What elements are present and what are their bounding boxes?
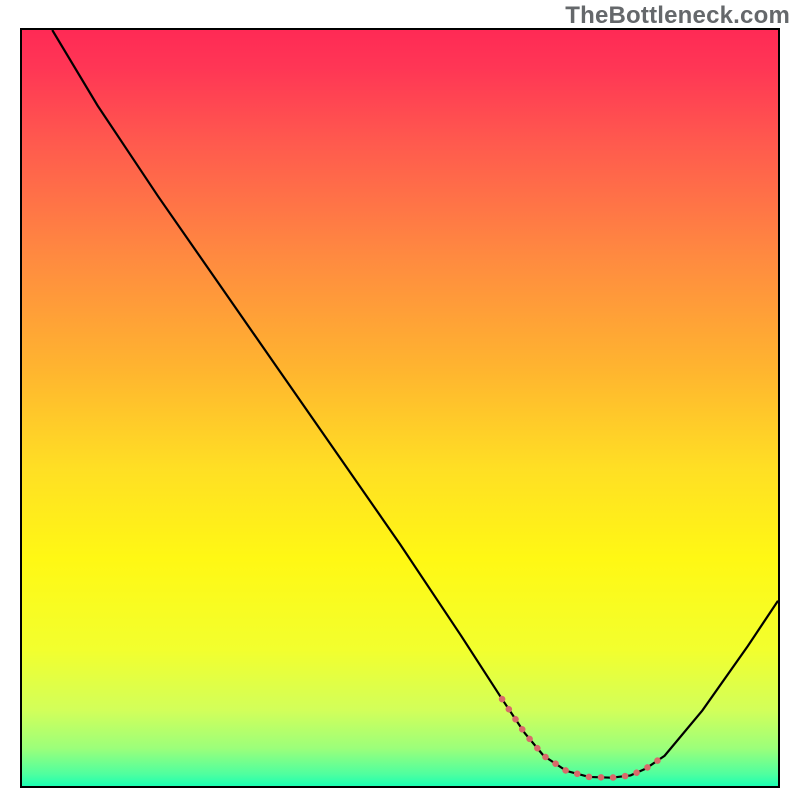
chart-svg [22, 30, 778, 786]
watermark-text: TheBottleneck.com [565, 2, 790, 30]
gradient-background [22, 30, 778, 786]
chart-frame [20, 28, 780, 788]
